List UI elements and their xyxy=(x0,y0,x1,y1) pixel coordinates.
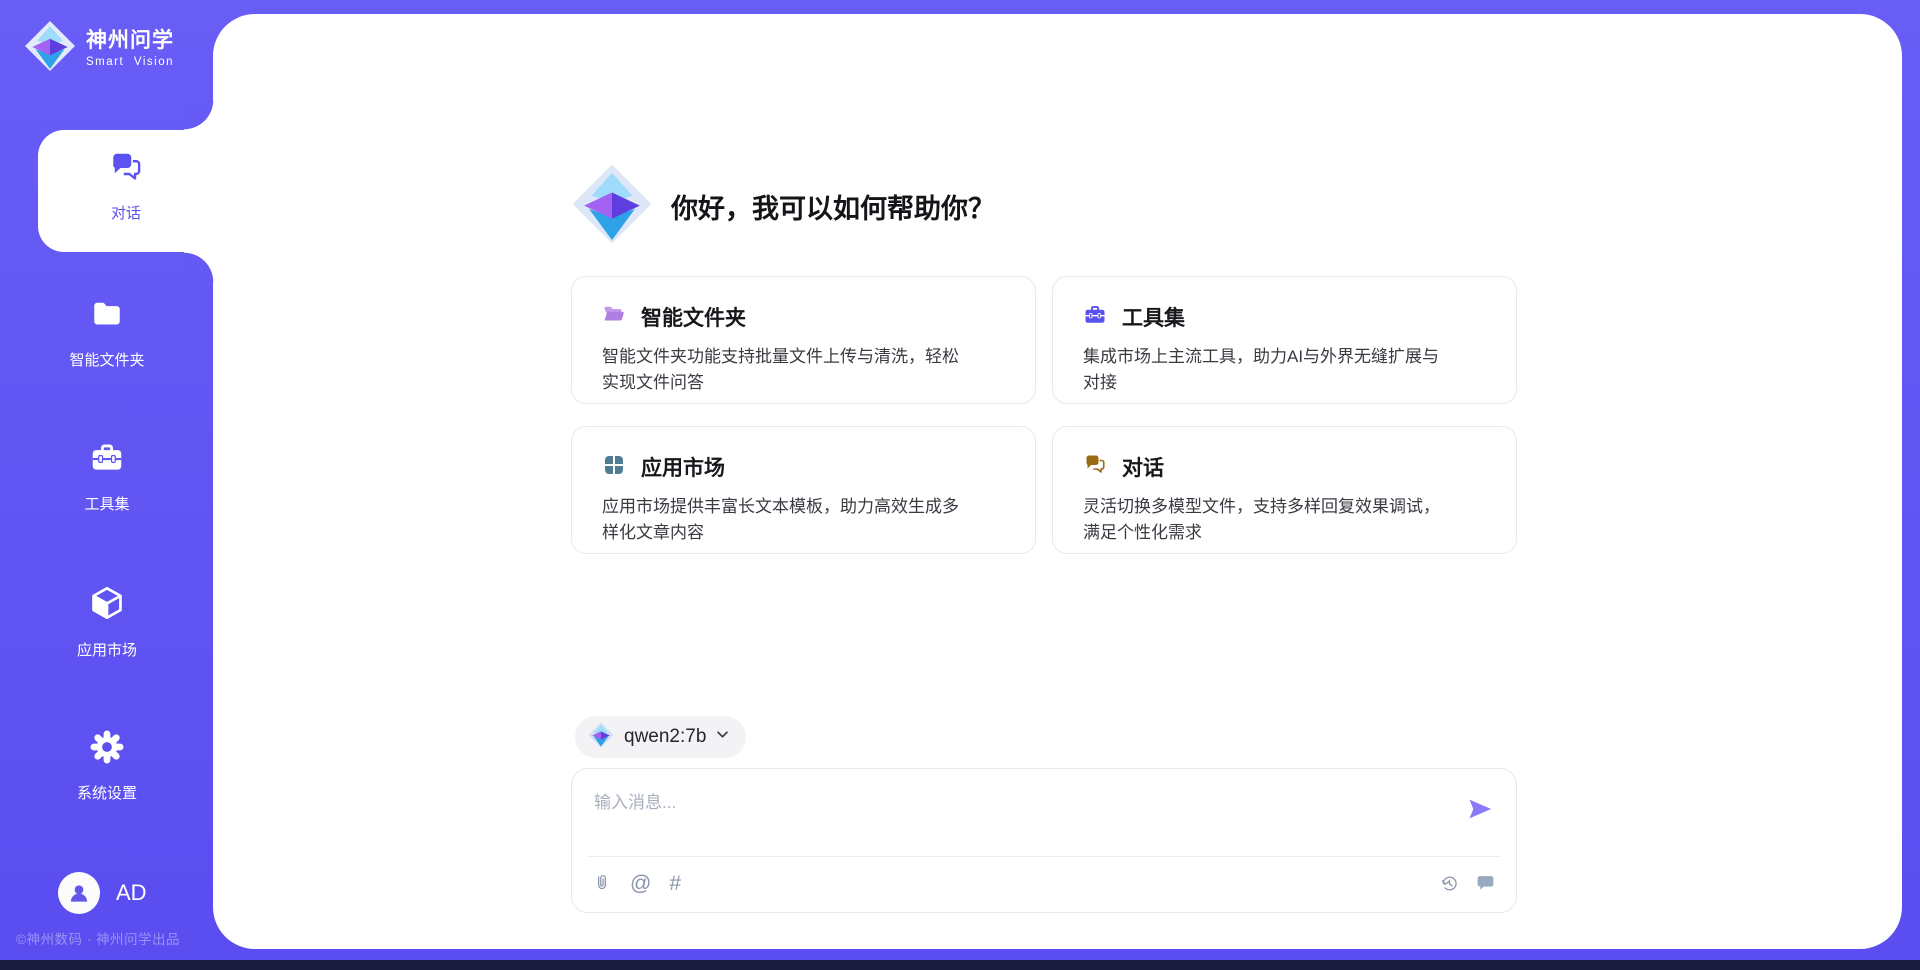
sidebar-item-label: 系统设置 xyxy=(77,782,137,803)
card-smart-folder[interactable]: 智能文件夹 智能文件夹功能支持批量文件上传与清洗，轻松实现文件问答 xyxy=(571,276,1036,404)
brand-subtitle: Smart Vision xyxy=(86,56,174,68)
mention-icon[interactable]: @ xyxy=(630,873,651,894)
avatar xyxy=(58,872,100,914)
main-content: 你好，我可以如何帮助你？ 智能文件夹 智能文件夹功能支持批量文件上传与清洗，轻松… xyxy=(213,14,1902,949)
card-description: 智能文件夹功能支持批量文件上传与清洗，轻松实现文件问答 xyxy=(602,344,974,397)
sidebar-item-label: 工具集 xyxy=(84,493,129,514)
hashtag-icon[interactable]: # xyxy=(669,873,681,894)
card-app-market[interactable]: 应用市场 应用市场提供丰富长文本模板，助力高效生成多样化文章内容 xyxy=(571,426,1036,554)
sidebar-item-toolset[interactable]: 工具集 xyxy=(12,440,202,514)
greeting-block: 你好，我可以如何帮助你？ xyxy=(571,163,995,250)
sidebar-item-label: 智能文件夹 xyxy=(69,349,144,370)
card-description: 应用市场提供丰富长文本模板，助力高效生成多样化文章内容 xyxy=(602,494,974,547)
chat-icon xyxy=(108,150,144,191)
user-name: AD xyxy=(116,880,147,906)
model-name: qwen2:7b xyxy=(624,726,706,748)
apps-grid-icon xyxy=(602,453,626,482)
briefcase-icon xyxy=(89,440,125,481)
sidebar-item-settings[interactable]: 系统设置 xyxy=(12,729,202,803)
chat-bubble-icon[interactable] xyxy=(1475,873,1496,894)
assistant-diamond-icon xyxy=(571,163,653,250)
card-title: 应用市场 xyxy=(641,452,725,482)
card-description: 集成市场上主流工具，助力AI与外界无缝扩展与对接 xyxy=(1083,344,1455,397)
chat-icon xyxy=(1083,453,1107,482)
chevron-down-icon xyxy=(715,727,730,747)
card-chat[interactable]: 对话 灵活切换多模型文件，支持多样回复效果调试，满足个性化需求 xyxy=(1052,426,1517,554)
folder-icon xyxy=(89,296,125,337)
cube-icon xyxy=(88,584,126,627)
center-column: 你好，我可以如何帮助你？ 智能文件夹 智能文件夹功能支持批量文件上传与清洗，轻松… xyxy=(571,14,1517,949)
card-title: 对话 xyxy=(1122,452,1164,482)
sidebar-item-chat[interactable]: 对话 xyxy=(38,130,214,252)
folder-open-icon xyxy=(602,303,626,332)
sidebar-item-label: 应用市场 xyxy=(77,639,137,660)
gear-icon xyxy=(89,729,125,770)
card-description: 灵活切换多模型文件，支持多样回复效果调试，满足个性化需求 xyxy=(1083,494,1455,547)
user-profile[interactable]: AD xyxy=(58,872,147,914)
composer-toolbar: @ # xyxy=(572,855,1516,912)
message-composer: @ # xyxy=(571,768,1517,913)
card-title: 工具集 xyxy=(1122,302,1185,332)
brand-diamond-icon xyxy=(24,20,76,77)
sidebar-item-label: 对话 xyxy=(111,202,141,223)
feature-cards: 智能文件夹 智能文件夹功能支持批量文件上传与清洗，轻松实现文件问答 xyxy=(571,276,1517,554)
brand-name: 神州问学 xyxy=(86,29,174,53)
message-input[interactable] xyxy=(572,769,1442,851)
brand-logo: 神州问学 Smart Vision xyxy=(24,20,174,77)
card-toolset[interactable]: 工具集 集成市场上主流工具，助力AI与外界无缝扩展与对接 xyxy=(1052,276,1517,404)
tab-curve-top xyxy=(184,100,214,130)
card-title: 智能文件夹 xyxy=(641,302,746,332)
briefcase-icon xyxy=(1083,303,1107,332)
model-diamond-icon xyxy=(588,722,614,753)
greeting-title: 你好，我可以如何帮助你？ xyxy=(671,187,995,226)
history-icon[interactable] xyxy=(1439,873,1460,894)
sidebar-item-app-market[interactable]: 应用市场 xyxy=(12,584,202,660)
tab-curve-bottom xyxy=(184,252,214,282)
bottom-window-edge xyxy=(0,960,1920,970)
send-icon[interactable] xyxy=(1466,795,1494,823)
copyright-text: ©神州数码 · 神州问学出品 xyxy=(16,928,216,948)
sidebar-item-smart-folder[interactable]: 智能文件夹 xyxy=(12,296,202,370)
model-selector[interactable]: qwen2:7b xyxy=(575,716,746,758)
attachment-icon[interactable] xyxy=(592,873,612,895)
sidebar: 神州问学 Smart Vision 对话 智能文件夹 xyxy=(0,0,213,970)
